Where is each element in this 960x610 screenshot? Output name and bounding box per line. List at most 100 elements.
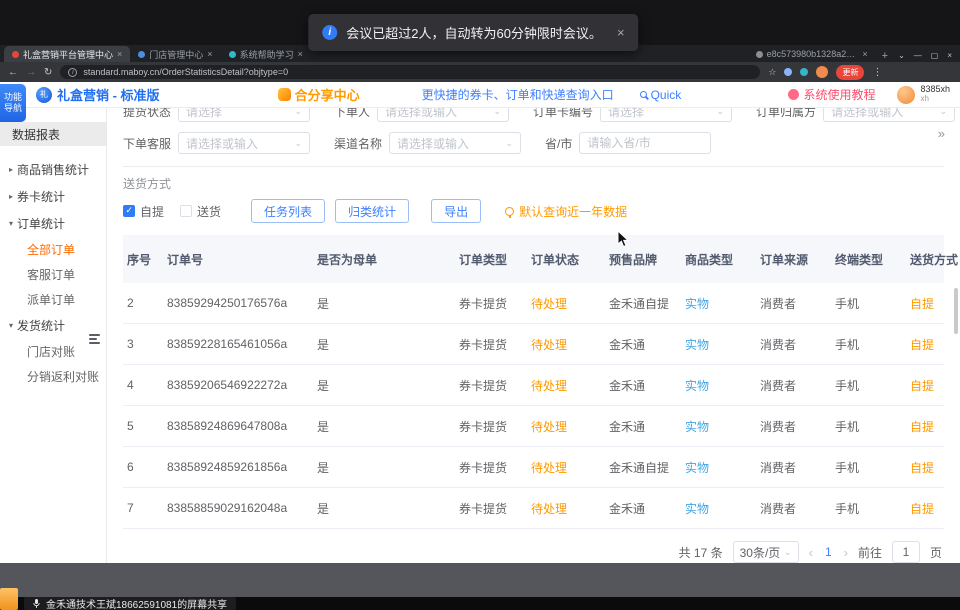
app-body: 数据报表 ▸ 商品销售统计 ▸ 券卡统计 ▾ 订单统计 全部订单 xyxy=(0,108,960,563)
chevron-down-icon: ⌄ xyxy=(717,108,725,117)
table-header-row: 序号 订单号 是否为母单 订单类型 订单状态 预售品牌 商品类型 订单来源 终端… xyxy=(123,235,944,283)
back-icon[interactable]: ← xyxy=(8,67,18,78)
app-window: 功能 导航 礼 礼盒营销 - 标准版 合分享中心 更快捷的券卡、订单和快递查询入… xyxy=(0,82,960,563)
province-city-input[interactable] xyxy=(579,132,711,154)
sidebar-collapse-handle[interactable] xyxy=(89,330,104,347)
extension-icon[interactable] xyxy=(800,68,808,76)
window-maximize-icon[interactable]: ▢ xyxy=(931,51,939,60)
window-close-icon[interactable]: × xyxy=(947,51,952,60)
tab-close-icon[interactable]: × xyxy=(862,49,867,59)
browser-update-button[interactable]: 更新 xyxy=(836,65,864,80)
sidebar-item-label: 商品销售统计 xyxy=(17,161,89,178)
tutorial-label: 系统使用教程 xyxy=(803,86,875,103)
address-bar[interactable]: i standard.maboy.cn/OrderStatisticsDetai… xyxy=(60,65,760,79)
filter-province-city: 省/市 xyxy=(545,132,711,154)
pickup-checkbox[interactable]: 自提 xyxy=(123,203,164,220)
channel-name-select[interactable]: 请选择或输入 ⌄ xyxy=(389,132,521,154)
cell-product-type-link[interactable]: 实物 xyxy=(685,500,760,517)
sidebar-item-service-orders[interactable]: 客服订单 xyxy=(0,262,106,287)
page-size-select[interactable]: 30条/页 ⌄ xyxy=(733,541,799,563)
filters-collapse-button[interactable]: » xyxy=(938,126,944,141)
sidebar-item-dispatch-orders[interactable]: 派单订单 xyxy=(0,287,106,312)
sidebar-item-rebate-reconcile[interactable]: 分销返利对账 xyxy=(0,364,106,389)
screen-share-chip: 金禾通技术王斌18662591081的屏幕共享 xyxy=(24,597,236,610)
tab-search-chevron-icon[interactable]: ⌄ xyxy=(898,51,905,60)
cell-presale-brand: 金禾通自提 xyxy=(609,295,685,312)
sidebar-item-product-sales[interactable]: ▸ 商品销售统计 xyxy=(0,156,106,183)
sidebar-item-all-orders[interactable]: 全部订单 xyxy=(0,237,106,262)
user-menu[interactable]: 8385xh xh xyxy=(897,85,950,104)
col-presale-brand: 预售品牌 xyxy=(609,251,685,268)
cell-product-type-link[interactable]: 实物 xyxy=(685,336,760,353)
export-button[interactable]: 导出 xyxy=(431,199,481,223)
share-center-link[interactable]: 合分享中心 xyxy=(278,85,360,104)
sidebar-section-reports[interactable]: 数据报表 xyxy=(0,122,106,146)
order-person-select[interactable]: 请选择或输入 ⌄ xyxy=(377,108,509,122)
quick-entry-promo-link[interactable]: 更快捷的券卡、订单和快递查询入口 xyxy=(422,86,614,103)
window-minimize-icon[interactable]: — xyxy=(914,51,922,60)
screen-share-bar: 金禾通技术王斌18662591081的屏幕共享 xyxy=(0,597,960,610)
sidebar-item-card-stats[interactable]: ▸ 券卡统计 xyxy=(0,183,106,210)
tab-close-icon[interactable]: × xyxy=(298,49,303,59)
browser-tab[interactable]: e8c573980b1328a258fd2e6 × xyxy=(748,46,876,62)
tab-close-icon[interactable]: × xyxy=(117,49,122,59)
refresh-icon[interactable]: ↻ xyxy=(44,67,52,78)
url-text: standard.maboy.cn/OrderStatisticsDetail?… xyxy=(83,67,288,77)
quick-search-link[interactable]: Quick xyxy=(640,88,682,102)
cell-delivery-method: 自提 xyxy=(910,295,944,312)
screen-share-text: 金禾通技术王斌18662591081的屏幕共享 xyxy=(46,596,227,610)
new-tab-button[interactable]: + xyxy=(876,50,894,62)
select-placeholder: 请选择 xyxy=(186,108,222,120)
username-sub: xh xyxy=(920,95,950,104)
pickup-status-select[interactable]: 请选择 ⌄ xyxy=(178,108,310,122)
browser-profile-avatar[interactable] xyxy=(816,66,828,78)
next-page-icon[interactable]: › xyxy=(844,545,848,560)
filter-label: 省/市 xyxy=(545,135,572,152)
checkbox-checked-icon[interactable] xyxy=(123,205,135,217)
bookmark-star-icon[interactable]: ☆ xyxy=(768,67,776,78)
extension-icon[interactable] xyxy=(784,68,792,76)
cell-index: 6 xyxy=(127,460,167,474)
cell-product-type-link[interactable]: 实物 xyxy=(685,459,760,476)
meeting-participant-avatar xyxy=(0,588,18,610)
toast-close-icon[interactable]: × xyxy=(617,25,625,40)
cell-product-type-link[interactable]: 实物 xyxy=(685,377,760,394)
site-info-icon[interactable]: i xyxy=(68,68,77,77)
group-stats-button[interactable]: 归类统计 xyxy=(335,199,409,223)
checkbox-unchecked-icon[interactable] xyxy=(180,205,192,217)
sidebar-item-order-stats[interactable]: ▾ 订单统计 xyxy=(0,210,106,237)
tab-close-icon[interactable]: × xyxy=(207,49,212,59)
delivery-checkbox[interactable]: 送货 xyxy=(180,203,221,220)
col-order-status: 订单状态 xyxy=(531,251,609,268)
order-owner-select[interactable]: 请选择或输入 ⌄ xyxy=(823,108,955,122)
order-agent-select[interactable]: 请选择或输入 ⌄ xyxy=(178,132,310,154)
cell-order-no: 83859294250176576a xyxy=(167,296,317,310)
function-nav-tab[interactable]: 功能 导航 xyxy=(0,84,26,122)
cell-product-type-link[interactable]: 实物 xyxy=(685,418,760,435)
cell-product-type-link[interactable]: 实物 xyxy=(685,295,760,312)
browser-tab[interactable]: 系统帮助学习 × xyxy=(221,46,311,62)
col-order-no: 订单号 xyxy=(167,251,317,268)
filter-order-person: 下单人 请选择或输入 ⌄ xyxy=(334,108,509,122)
col-terminal-type: 终端类型 xyxy=(835,251,910,268)
goto-page-input[interactable] xyxy=(892,541,920,563)
browser-tab[interactable]: 门店管理中心 × xyxy=(130,46,220,62)
cell-index: 7 xyxy=(127,501,167,515)
card-number-select[interactable]: 请选择 ⌄ xyxy=(600,108,732,122)
task-list-button[interactable]: 任务列表 xyxy=(251,199,325,223)
function-nav-line1: 功能 xyxy=(0,92,26,103)
goto-unit: 页 xyxy=(930,544,942,561)
browser-tab-active[interactable]: 礼盒营销平台管理中心 × xyxy=(4,46,130,62)
cell-presale-brand: 金禾通自提 xyxy=(609,459,685,476)
cell-index: 2 xyxy=(127,296,167,310)
forward-icon[interactable]: → xyxy=(26,67,36,78)
tutorial-link[interactable]: 系统使用教程 xyxy=(788,86,875,103)
browser-menu-icon[interactable]: ⋮ xyxy=(872,67,882,78)
filter-label: 下单客服 xyxy=(123,135,171,152)
scrollbar-thumb[interactable] xyxy=(954,288,958,334)
tab-favicon xyxy=(12,51,19,58)
chevron-down-icon: ⌄ xyxy=(505,138,513,149)
sidebar-item-label: 券卡统计 xyxy=(17,188,65,205)
prev-page-icon[interactable]: ‹ xyxy=(809,545,813,560)
current-page[interactable]: 1 xyxy=(823,545,834,559)
